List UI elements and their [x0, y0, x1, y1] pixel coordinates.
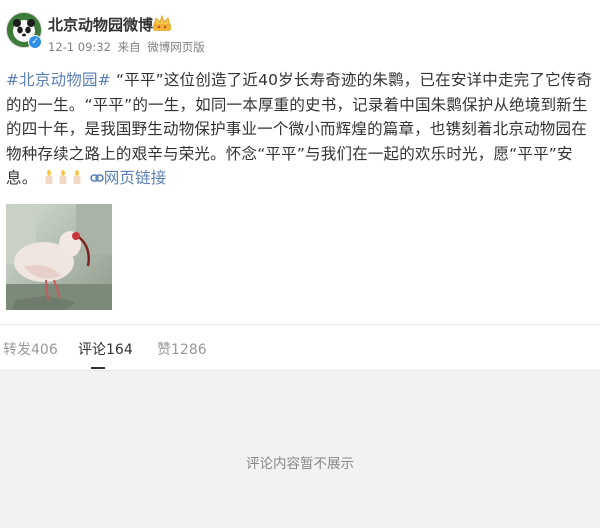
candle-emoji-icon	[73, 170, 81, 184]
post-photo[interactable]	[6, 204, 112, 310]
post-source[interactable]: 微博网页版	[147, 40, 205, 54]
crown-icon[interactable]	[152, 15, 172, 32]
source-prefix: 来自	[117, 40, 141, 54]
post-meta: 12-1 09:32 来自 微博网页版	[48, 39, 208, 55]
comment-section: 评论内容暂不展示	[0, 370, 600, 528]
active-tab-indicator	[91, 367, 105, 369]
candle-emoji-icon	[59, 170, 67, 184]
hashtag-link[interactable]: #北京动物园#	[6, 71, 111, 89]
tab-likes[interactable]: 赞1286	[157, 339, 207, 359]
verified-badge-icon: ✓	[28, 35, 42, 49]
tab-comments[interactable]: 评论164	[78, 339, 133, 359]
tab-reposts[interactable]: 转发406	[3, 339, 58, 359]
username[interactable]: 北京动物园微博	[48, 14, 153, 35]
web-link[interactable]: 网页链接	[89, 169, 167, 187]
crested-ibis-photo	[6, 204, 112, 310]
candle-emoji-icon	[45, 170, 53, 184]
post-time: 12-1 09:32	[48, 40, 111, 54]
post-content: #北京动物园# “平平”这位创造了近40岁长寿奇迹的朱鹮，已在安详中走完了它传奇…	[6, 68, 598, 191]
web-link-label[interactable]: 网页链接	[104, 169, 167, 187]
link-icon	[89, 174, 104, 182]
comments-empty-message: 评论内容暂不展示	[246, 456, 354, 472]
post-tabs: 转发406 评论164 赞1286	[0, 324, 600, 371]
post-header: ✓ 北京动物园微博 12-1 09:32 来自 微博网页版	[0, 0, 600, 68]
